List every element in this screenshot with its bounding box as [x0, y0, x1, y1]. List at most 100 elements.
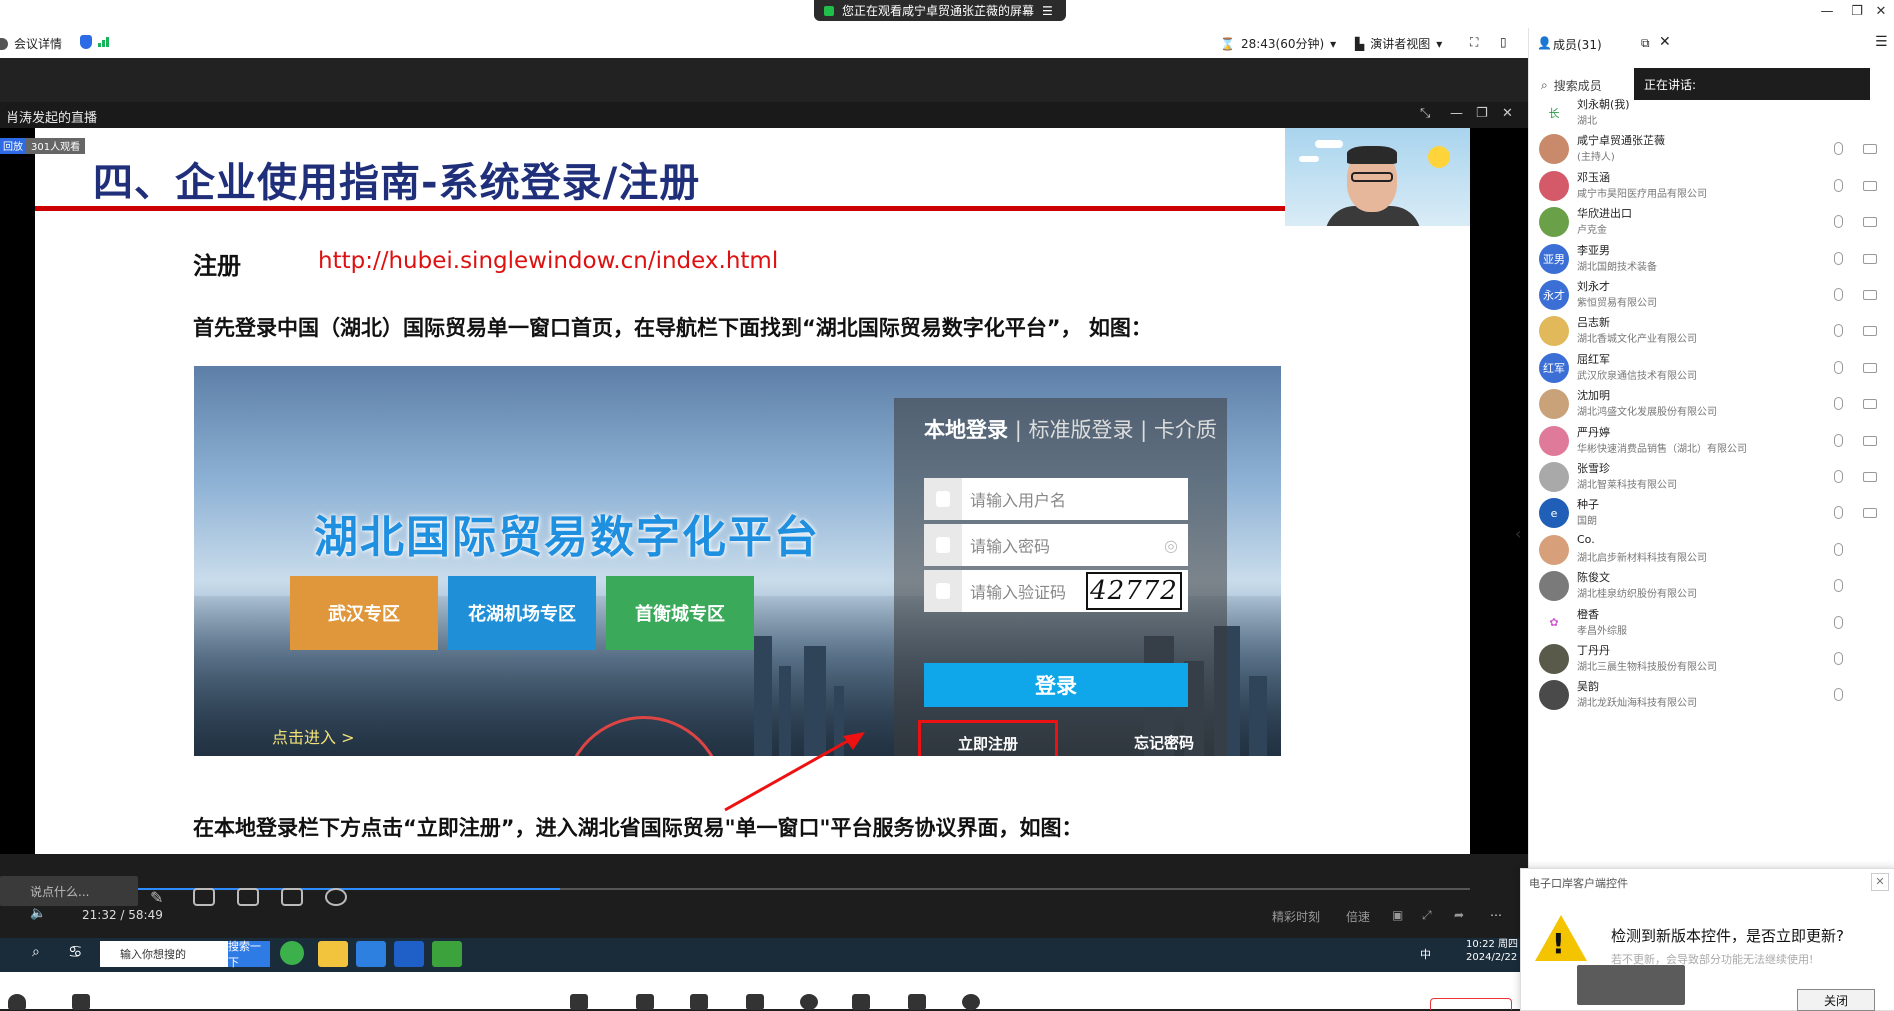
mic-muted-icon[interactable] — [1834, 433, 1843, 447]
wechat-icon[interactable] — [432, 941, 462, 967]
meeting-app-icon[interactable] — [356, 941, 386, 967]
mic-muted-icon[interactable] — [1834, 324, 1843, 338]
more-options-icon[interactable]: ⋯ — [1490, 908, 1502, 922]
mic-muted-icon[interactable] — [1834, 215, 1843, 229]
pip-icon[interactable]: ▣ — [1392, 908, 1403, 922]
meeting-timer[interactable]: ⌛ 28:43(60分钟) ▾ — [1220, 35, 1336, 52]
view-mode-dropdown[interactable]: ▙ 演讲者视图 ▾ — [1355, 35, 1442, 52]
member-name: 沈加明 — [1577, 389, 1610, 403]
collapse-panel-icon[interactable]: ‹ — [1515, 524, 1521, 543]
menu-icon[interactable]: ☰ — [1875, 34, 1888, 50]
speed-button[interactable]: 倍速 — [1346, 908, 1370, 925]
file-explorer-icon[interactable] — [318, 941, 348, 967]
headset-icon[interactable] — [8, 994, 26, 1010]
meeting-details-button[interactable]: 会议详情 — [0, 35, 62, 52]
member-search-label: 搜索成员 — [1553, 78, 1602, 93]
browser-app-icon[interactable] — [280, 941, 304, 965]
mic-muted-icon[interactable] — [1834, 251, 1843, 265]
taskbar-search-button[interactable]: 搜索一下 — [228, 940, 270, 969]
camera-off-icon[interactable] — [1863, 472, 1877, 482]
security-shield-icon[interactable] — [80, 35, 92, 49]
end-meeting-button[interactable] — [1430, 998, 1512, 1010]
camera-off-icon[interactable] — [1863, 290, 1877, 300]
fullscreen-button[interactable]: ⛶ — [1470, 35, 1478, 50]
chat-bubble-icon[interactable] — [746, 994, 764, 1010]
share-screen-icon[interactable] — [570, 994, 588, 1010]
dialog-close-button[interactable]: 关闭 — [1797, 989, 1875, 1011]
sidebar-toggle-icon[interactable]: ▯ — [1500, 35, 1507, 49]
member-name: 吴韵 — [1577, 680, 1599, 694]
more-icon[interactable] — [325, 888, 347, 906]
mic-muted-icon[interactable] — [1834, 688, 1843, 702]
dialog-close-icon[interactable]: ✕ — [1871, 873, 1889, 891]
camera-off-icon[interactable] — [1863, 180, 1877, 191]
minimize-button[interactable]: — — [1812, 4, 1842, 19]
minimize-player-button[interactable]: — — [1450, 106, 1463, 121]
mic-muted-icon[interactable] — [1834, 142, 1843, 156]
system-clock[interactable]: 10:22 周四 2024/2/22 — [1466, 938, 1518, 964]
tencent-meeting-icon[interactable] — [394, 941, 424, 967]
timer-text: 28:43(60分钟) — [1240, 37, 1325, 51]
share-icon — [824, 5, 834, 16]
video-off-icon[interactable] — [72, 994, 90, 1010]
highlights-button[interactable]: 精彩时刻 — [1272, 908, 1320, 925]
mic-muted-icon[interactable] — [1834, 397, 1843, 411]
fullscreen-icon[interactable]: ⤢ — [1422, 908, 1432, 923]
zone-wuhan: 武汉专区 — [290, 576, 438, 650]
mic-muted-icon[interactable] — [1834, 615, 1843, 629]
camera-off-icon[interactable] — [1863, 253, 1877, 264]
arrow-annotation — [724, 732, 865, 812]
member-name: 屈红军 — [1577, 352, 1610, 366]
close-player-button[interactable]: ✕ — [1502, 106, 1513, 121]
update-dialog: 电子口岸客户端控件 ✕ ! 检测到新版本控件，是否立即更新? 若不更新，会导致部… — [1520, 868, 1894, 1011]
close-window-button[interactable]: ✕ — [1866, 4, 1894, 19]
taskbar-overflow-apps[interactable] — [1577, 965, 1685, 1005]
collapse-icon[interactable]: ⤡ — [1420, 106, 1430, 121]
mic-muted-icon[interactable] — [1834, 506, 1843, 520]
taskbar-search-input[interactable]: 输入你想搜的 — [100, 941, 228, 967]
zone-shouheng-city: 首衡城专区 — [606, 576, 754, 650]
mic-muted-icon[interactable] — [1834, 288, 1843, 301]
grid-icon[interactable] — [908, 994, 926, 1010]
camera-icon[interactable] — [237, 888, 259, 906]
volume-icon[interactable]: 🔈 — [30, 906, 46, 921]
chat-input[interactable]: 说点什么... — [0, 876, 138, 906]
warning-mark: ! — [1552, 927, 1565, 960]
share-icon[interactable]: ➦ — [1454, 908, 1464, 922]
search-icon[interactable]: ⌕ — [32, 944, 40, 960]
screenshot-icon[interactable] — [193, 888, 215, 906]
chat-icon[interactable] — [281, 888, 303, 906]
members-icon[interactable] — [690, 994, 708, 1010]
menu-icon[interactable]: ☰ — [1042, 4, 1053, 18]
ime-indicator[interactable]: 中 — [1420, 946, 1431, 962]
camera-off-icon[interactable] — [1863, 144, 1877, 155]
camera-off-icon[interactable] — [1863, 399, 1877, 410]
mic-muted-icon[interactable] — [1834, 579, 1843, 593]
camera-off-icon[interactable] — [1863, 362, 1877, 373]
mic-muted-icon[interactable] — [1834, 470, 1843, 483]
screen-share-banner[interactable]: 您正在观看咸宁卓贸通张芷薇的屏幕 ☰ — [814, 0, 1066, 21]
member-org: 武汉欣泉通信技术有限公司 — [1577, 370, 1697, 382]
network-signal-icon[interactable] — [98, 37, 109, 47]
member-org: 湖北香城文化产业有限公司 — [1577, 334, 1697, 346]
pen-icon[interactable]: ✎ — [150, 888, 172, 907]
presenter-webcam[interactable] — [1285, 128, 1470, 226]
settings-gear-icon[interactable] — [962, 994, 980, 1010]
camera-off-icon[interactable] — [1863, 217, 1877, 228]
mic-muted-icon[interactable] — [1834, 178, 1843, 192]
mic-muted-icon[interactable] — [1834, 542, 1843, 556]
camera-off-icon[interactable] — [1863, 508, 1877, 519]
popout-icon[interactable]: ⧉ — [1641, 36, 1650, 51]
record-icon[interactable] — [800, 994, 818, 1010]
mic-muted-icon[interactable] — [1834, 652, 1843, 665]
apps-icon[interactable] — [852, 994, 870, 1010]
camera-off-icon[interactable] — [1863, 326, 1877, 337]
camera-off-icon[interactable] — [1863, 435, 1877, 446]
app-icon[interactable]: ♋ — [68, 942, 82, 961]
mic-muted-icon[interactable] — [1834, 360, 1843, 374]
login-panel: 本地登录 | 标准版登录 | 卡介质 请输入用户名 请输入密码 ◎ 请输入验证码… — [894, 398, 1227, 756]
member-row[interactable]: 吴韵 湖北龙跃灿海科技有限公司 — [1529, 674, 1894, 718]
security-icon[interactable] — [636, 994, 654, 1010]
close-icon[interactable]: ✕ — [1659, 34, 1671, 50]
popout-player-button[interactable]: ❐ — [1476, 106, 1488, 121]
